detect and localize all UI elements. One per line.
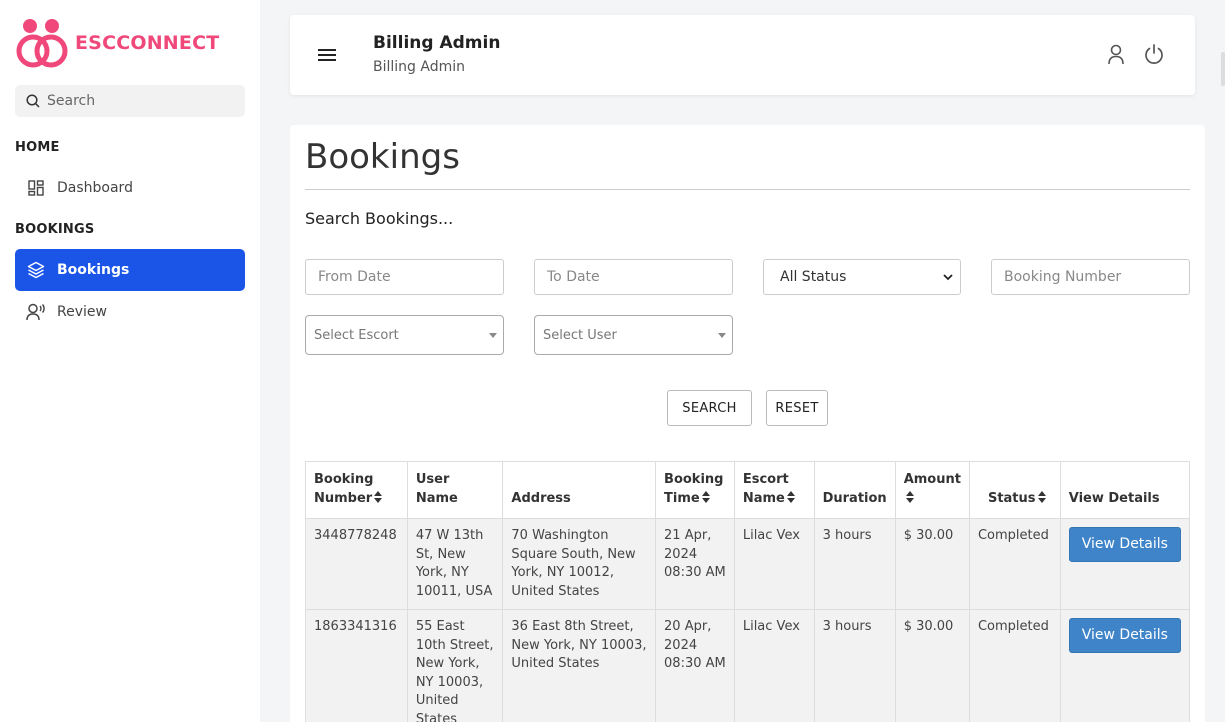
sidebar-item-label: Review xyxy=(57,304,107,320)
sidebar-item-bookings[interactable]: Bookings xyxy=(15,249,245,291)
search-icon xyxy=(26,94,40,108)
address-cell: 70 Washington Square South, New York, NY… xyxy=(502,518,657,610)
booking-time-cell: 21 Apr, 2024 08:30 AM xyxy=(655,518,735,610)
from-date-input[interactable] xyxy=(305,259,504,295)
column-header-duration: Duration xyxy=(813,461,896,519)
sidebar-item-review[interactable]: Review xyxy=(15,291,245,333)
page-scrollbar[interactable] xyxy=(1221,52,1225,86)
column-header-view-details: View Details xyxy=(1059,461,1191,519)
status-select[interactable]: All Status xyxy=(763,259,961,295)
reset-button[interactable]: RESET xyxy=(766,390,828,426)
header-subtitle: Billing Admin xyxy=(373,59,465,75)
dashboard-icon xyxy=(26,178,46,198)
table-header-row: Booking Number User Name Address Booking T… xyxy=(305,461,1191,519)
booking-time-cell: 20 Apr, 2024 08:30 AM xyxy=(655,609,735,722)
escort-name-cell: Lilac Vex xyxy=(733,518,815,610)
page-title: Bookings xyxy=(305,137,460,177)
sort-icon[interactable] xyxy=(701,491,710,503)
sort-icon[interactable] xyxy=(374,491,383,503)
sidebar-item-dashboard[interactable]: Dashboard xyxy=(15,167,245,209)
action-cell: View Details xyxy=(1059,609,1191,722)
column-header-status[interactable]: Status xyxy=(968,461,1061,519)
table-row: 3448778248 47 W 13th St, New York, NY 10… xyxy=(305,518,1191,610)
column-header-escort-name[interactable]: Escort Name xyxy=(733,461,815,519)
power-icon[interactable] xyxy=(1143,43,1165,65)
escort-select-placeholder: Select Escort xyxy=(314,327,399,343)
sidebar-search[interactable] xyxy=(15,85,245,117)
escort-select[interactable]: Select Escort xyxy=(305,315,504,355)
logo-icon xyxy=(16,19,68,68)
sidebar: ESCCONNECT HOME Dashboard BOOKINGS xyxy=(0,0,260,722)
caret-down-icon xyxy=(718,333,726,338)
sort-icon[interactable] xyxy=(786,491,795,503)
search-button[interactable]: SEARCH xyxy=(667,390,752,426)
sidebar-item-label: Dashboard xyxy=(57,180,133,196)
status-select-value: All Status xyxy=(780,269,847,285)
sort-icon[interactable] xyxy=(1037,491,1046,503)
amount-cell: $ 30.00 xyxy=(894,609,970,722)
escort-name-cell: Lilac Vex xyxy=(733,609,815,722)
layers-icon xyxy=(26,260,46,280)
address-cell: 36 East 8th Street, New York, NY 10003, … xyxy=(502,609,657,722)
duration-cell: 3 hours xyxy=(813,518,896,610)
to-date-input[interactable] xyxy=(534,259,733,295)
action-cell: View Details xyxy=(1059,518,1191,610)
user-name-cell: 47 W 13th St, New York, NY 10011, USA xyxy=(406,518,504,610)
column-header-amount[interactable]: Amount xyxy=(894,461,970,519)
sidebar-item-label: Bookings xyxy=(57,262,130,278)
view-details-button[interactable]: View Details xyxy=(1068,527,1181,562)
bookings-panel: Bookings Search Bookings... All Status S… xyxy=(290,125,1205,722)
top-header: Billing Admin Billing Admin xyxy=(290,15,1195,95)
hamburger-menu-icon[interactable] xyxy=(318,49,336,64)
column-header-booking-number[interactable]: Booking Number xyxy=(305,461,408,519)
view-details-button[interactable]: View Details xyxy=(1068,618,1181,653)
column-header-user-name: User Name xyxy=(406,461,504,519)
brand-logo[interactable]: ESCCONNECT xyxy=(15,17,219,69)
chevron-down-icon xyxy=(943,274,953,281)
status-cell: Completed xyxy=(968,518,1061,610)
bookings-table: Booking Number User Name Address Booking T… xyxy=(305,461,1191,722)
user-icon[interactable] xyxy=(1105,43,1127,65)
user-name-cell: 55 East 10th Street, New York, NY 10003,… xyxy=(406,609,504,722)
booking-number-input[interactable] xyxy=(991,259,1190,295)
booking-number-cell: 1863341316 xyxy=(305,609,408,722)
header-title: Billing Admin xyxy=(373,33,501,53)
search-input[interactable] xyxy=(47,93,227,109)
table-row: 1863341316 55 East 10th Street, New York… xyxy=(305,609,1191,722)
caret-down-icon xyxy=(489,333,497,338)
search-heading: Search Bookings... xyxy=(305,209,454,228)
column-header-address: Address xyxy=(502,461,657,519)
amount-cell: $ 30.00 xyxy=(894,518,970,610)
user-select[interactable]: Select User xyxy=(534,315,733,355)
user-select-placeholder: Select User xyxy=(543,327,617,343)
title-divider xyxy=(305,189,1190,190)
brand-name: ESCCONNECT xyxy=(75,32,220,54)
user-voice-icon xyxy=(26,302,46,322)
section-title-home: HOME xyxy=(15,140,60,155)
sort-icon[interactable] xyxy=(905,491,914,503)
duration-cell: 3 hours xyxy=(813,609,896,722)
booking-number-cell: 3448778248 xyxy=(305,518,408,610)
section-title-bookings: BOOKINGS xyxy=(15,222,95,237)
status-cell: Completed xyxy=(968,609,1061,722)
column-header-booking-time[interactable]: Booking Time xyxy=(655,461,735,519)
